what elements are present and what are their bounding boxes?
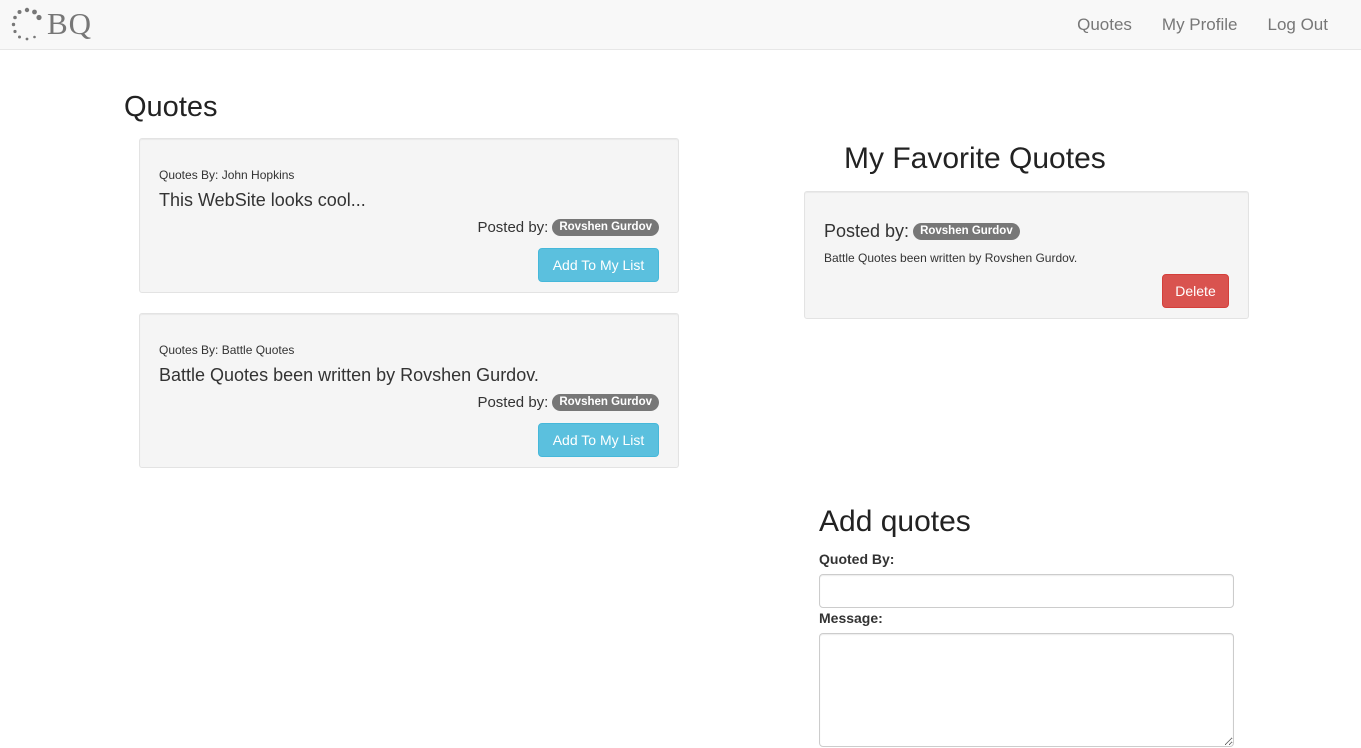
message-label: Message: (819, 610, 883, 626)
quote-posted-by: Posted by: Rovshen Gurdov (477, 219, 659, 236)
quote-message: This WebSite looks cool... (159, 190, 366, 210)
posted-by-label: Posted by: (824, 221, 910, 241)
quote-author: Quotes By: Battle Quotes (159, 343, 295, 357)
add-to-my-list-button[interactable]: Add To My List (538, 423, 659, 457)
poster-badge: Rovshen Gurdov (552, 394, 659, 411)
add-quotes-heading: Add quotes (819, 505, 971, 538)
favorite-quote-card: Posted by: Rovshen Gurdov Battle Quotes … (804, 191, 1249, 319)
quoted-by-label: Quoted By: (819, 551, 895, 567)
favorite-posted-by: Posted by: Rovshen Gurdov (824, 221, 1020, 242)
posted-by-label: Posted by: (477, 394, 549, 411)
quote-posted-by: Posted by: Rovshen Gurdov (477, 394, 659, 411)
poster-badge: Rovshen Gurdov (913, 223, 1020, 240)
add-to-my-list-button[interactable]: Add To My List (538, 248, 659, 282)
nav-my-profile-link[interactable]: My Profile (1147, 0, 1253, 50)
quote-author: Quotes By: John Hopkins (159, 168, 295, 182)
poster-badge: Rovshen Gurdov (552, 219, 659, 236)
nav-log-out-link[interactable]: Log Out (1253, 0, 1344, 50)
brand-link[interactable]: BQ (10, 4, 92, 44)
quote-message: Battle Quotes been written by Rovshen Gu… (159, 365, 539, 385)
nav-quotes-link[interactable]: Quotes (1062, 0, 1147, 50)
quoted-by-input[interactable] (819, 574, 1234, 608)
quote-card: Quotes By: Battle Quotes Battle Quotes b… (139, 313, 679, 468)
posted-by-label: Posted by: (477, 219, 549, 236)
favorites-heading: My Favorite Quotes (844, 142, 1106, 175)
quotes-heading: Quotes (124, 91, 218, 123)
nav-menu: Quotes My Profile Log Out (1062, 0, 1343, 50)
favorite-message: Battle Quotes been written by Rovshen Gu… (824, 251, 1078, 265)
quote-card: Quotes By: John Hopkins This WebSite loo… (139, 138, 679, 293)
brand-text: BQ (47, 6, 93, 41)
message-textarea[interactable] (819, 633, 1234, 747)
navbar: BQ Quotes My Profile Log Out (0, 0, 1361, 50)
delete-button[interactable]: Delete (1162, 274, 1229, 308)
dotted-circle-logo-icon (10, 4, 44, 44)
